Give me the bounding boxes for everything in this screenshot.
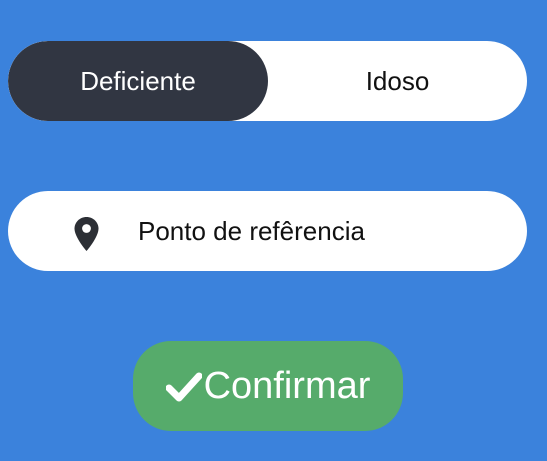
check-icon xyxy=(165,372,202,402)
reference-point-placeholder: Ponto de refêrencia xyxy=(138,216,365,246)
confirm-button[interactable]: Confirmar xyxy=(133,341,403,431)
confirm-button-label: Confirmar xyxy=(203,364,371,407)
user-type-toggle: Deficiente Idoso xyxy=(8,41,527,121)
map-marker-icon xyxy=(74,217,99,251)
toggle-option-label: Deficiente xyxy=(80,65,196,96)
reference-point-field[interactable]: Ponto de refêrencia xyxy=(8,191,527,271)
toggle-option-deficiente[interactable]: Deficiente xyxy=(8,41,268,121)
toggle-option-idoso[interactable]: Idoso xyxy=(268,41,527,121)
toggle-option-label: Idoso xyxy=(365,65,430,96)
